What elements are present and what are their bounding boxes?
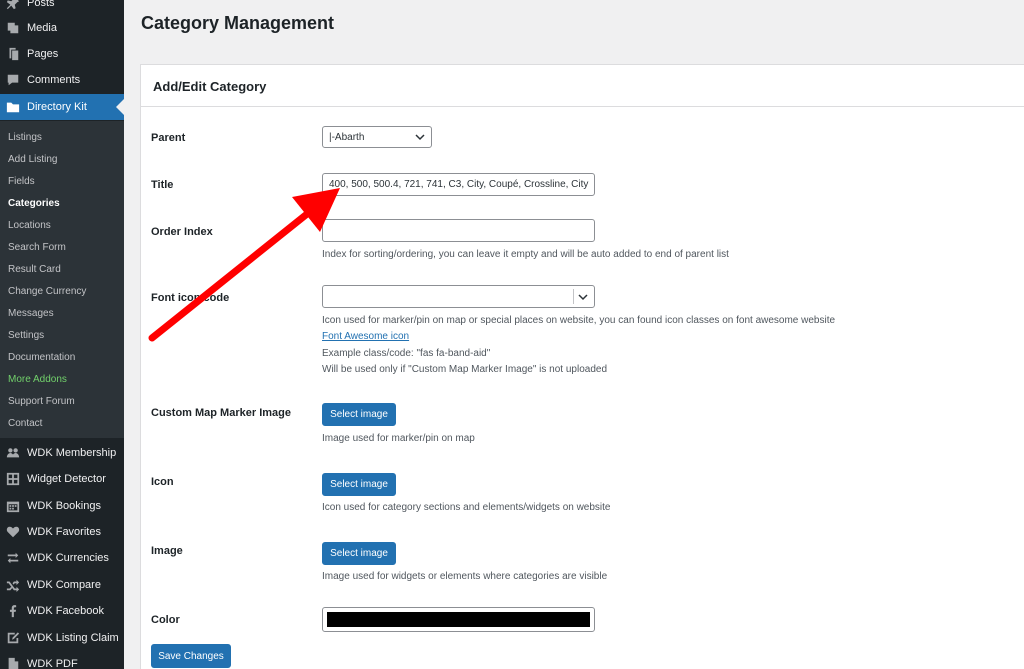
membership-icon — [6, 446, 20, 460]
menu-item-label: Posts — [27, 0, 55, 9]
comments-icon — [6, 73, 20, 87]
menu-item-widget-detector[interactable]: Widget Detector — [0, 466, 124, 492]
menu-item-label: WDK Currencies — [27, 552, 109, 564]
select-icon-button[interactable]: Select image — [322, 473, 396, 496]
menu-item-wdk-pdf[interactable]: WDK PDF — [0, 651, 124, 669]
panel-title: Add/Edit Category — [153, 79, 267, 94]
select-image-button[interactable]: Select image — [322, 542, 396, 565]
admin-sidebar: Posts Media Pages Comments Directory Kit… — [0, 0, 124, 669]
submenu-fields[interactable]: Fields — [8, 175, 35, 189]
heart-icon — [6, 525, 20, 539]
menu-item-posts[interactable]: Posts — [0, 0, 124, 16]
image-desc: Image used for widgets or elements where… — [322, 571, 608, 582]
marker-image-label: Custom Map Marker Image — [151, 407, 291, 419]
parent-select-value: |-Abarth — [329, 131, 365, 143]
submenu-support-forum[interactable]: Support Forum — [8, 395, 75, 409]
chevron-down-icon — [578, 293, 588, 300]
submenu-documentation[interactable]: Documentation — [8, 351, 75, 365]
submenu-add-listing[interactable]: Add Listing — [8, 153, 57, 167]
submenu-search-form[interactable]: Search Form — [8, 241, 66, 255]
active-indicator — [116, 99, 124, 115]
menu-item-label: WDK Membership — [27, 447, 117, 459]
menu-item-wdk-currencies[interactable]: WDK Currencies — [0, 545, 124, 571]
font-icon-desc: Icon used for marker/pin on map or speci… — [322, 315, 836, 326]
menu-item-label: WDK PDF — [27, 658, 78, 669]
save-changes-button[interactable]: Save Changes — [151, 644, 231, 668]
select-divider — [573, 289, 574, 304]
pdf-icon — [6, 657, 20, 669]
menu-item-wdk-listing-claim[interactable]: WDK Listing Claim — [0, 625, 124, 651]
menu-item-label: Media — [27, 22, 57, 34]
menu-item-label: Comments — [27, 74, 81, 86]
chevron-down-icon — [415, 134, 425, 141]
title-label: Title — [151, 179, 174, 191]
select-marker-image-button[interactable]: Select image — [322, 403, 396, 426]
menu-item-wdk-bookings[interactable]: WDK Bookings — [0, 493, 124, 519]
exchange-icon — [6, 551, 20, 565]
menu-item-label: WDK Compare — [27, 579, 101, 591]
title-input[interactable]: 400, 500, 500.4, 721, 741, C3, City, Cou… — [322, 173, 595, 196]
page-title: Category Management — [141, 13, 335, 33]
menu-item-label: Pages — [27, 48, 59, 60]
color-label: Color — [151, 614, 180, 626]
menu-item-pages[interactable]: Pages — [0, 41, 124, 67]
menu-item-wdk-membership[interactable]: WDK Membership — [0, 440, 124, 466]
widget-icon — [6, 472, 20, 486]
image-label: Image — [151, 545, 183, 557]
marker-image-desc: Image used for marker/pin on map — [322, 433, 475, 444]
menu-item-directory-kit[interactable]: Directory Kit — [0, 94, 124, 120]
menu-item-label: WDK Listing Claim — [27, 632, 119, 644]
pages-icon — [6, 47, 20, 61]
menu-item-media[interactable]: Media — [0, 15, 124, 41]
font-icon-example: Example class/code: "fas fa-band-aid" — [322, 348, 491, 359]
icon-desc: Icon used for category sections and elem… — [322, 502, 611, 513]
color-swatch — [327, 612, 590, 627]
order-index-desc: Index for sorting/ordering, you can leav… — [322, 249, 729, 260]
folder-icon — [6, 100, 20, 114]
submenu-contact[interactable]: Contact — [8, 417, 42, 431]
directory-kit-submenu: Listings Add Listing Fields Categories L… — [0, 121, 124, 438]
submenu-more-addons[interactable]: More Addons — [8, 373, 67, 387]
menu-item-wdk-favorites[interactable]: WDK Favorites — [0, 519, 124, 545]
menu-item-wdk-facebook[interactable]: WDK Facebook — [0, 598, 124, 624]
order-index-input[interactable] — [322, 219, 595, 242]
menu-item-label: WDK Favorites — [27, 526, 101, 538]
menu-item-label: Widget Detector — [27, 473, 106, 485]
panel-header: Add/Edit Category — [141, 65, 1024, 107]
title-input-value: 400, 500, 500.4, 721, 741, C3, City, Cou… — [329, 179, 589, 190]
submenu-locations[interactable]: Locations — [8, 219, 51, 233]
menu-item-label: WDK Bookings — [27, 500, 101, 512]
submenu-result-card[interactable]: Result Card — [8, 263, 61, 277]
color-input[interactable] — [322, 607, 595, 632]
submenu-messages[interactable]: Messages — [8, 307, 54, 321]
submenu-categories[interactable]: Categories — [8, 197, 60, 211]
font-icon-select[interactable] — [322, 285, 595, 308]
menu-item-comments[interactable]: Comments — [0, 67, 124, 93]
claim-icon — [6, 631, 20, 645]
parent-select[interactable]: |-Abarth — [322, 126, 432, 148]
submenu-change-currency[interactable]: Change Currency — [8, 285, 86, 299]
calendar-icon — [6, 499, 20, 513]
pin-icon — [6, 0, 20, 10]
submenu-settings[interactable]: Settings — [8, 329, 44, 343]
font-icon-note: Will be used only if "Custom Map Marker … — [322, 364, 608, 375]
submenu-listings[interactable]: Listings — [8, 131, 42, 145]
menu-item-wdk-compare[interactable]: WDK Compare — [0, 572, 124, 598]
menu-item-label: WDK Facebook — [27, 605, 105, 617]
menu-item-label: Directory Kit — [27, 101, 87, 113]
shuffle-icon — [6, 578, 20, 592]
font-icon-label: Font icon code — [151, 292, 230, 304]
icon-label: Icon — [151, 476, 174, 488]
parent-label: Parent — [151, 132, 186, 144]
facebook-icon — [6, 604, 20, 618]
font-awesome-link[interactable]: Font Awesome icon — [322, 331, 409, 342]
media-icon — [6, 21, 20, 35]
order-index-label: Order Index — [151, 226, 213, 238]
